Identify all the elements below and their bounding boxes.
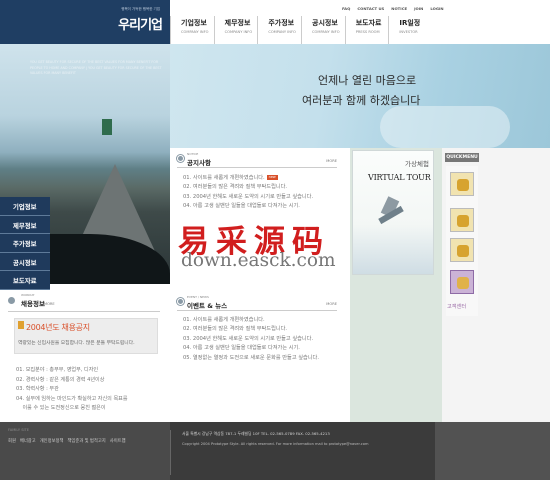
- events-eyebrow: EVENT / NEWS: [187, 295, 209, 299]
- family-site-label: FAMILY SITE: [8, 428, 30, 432]
- footer-link[interactable]: 배너광고: [20, 438, 36, 444]
- main-nav: 기업정보 COMPANY INFO 제무정보 COMPANY INFO 주가정보…: [170, 16, 432, 44]
- recruit-item: 02. 경력사항 : 같은 계통의 경력 4년이상: [16, 376, 105, 383]
- nav-item-press[interactable]: 보도자료 PRESS ROOM: [344, 16, 389, 44]
- recruit-callout-desc: 역량있는 신입사원을 모집합니다. 많은 분들 부탁드립니다.: [18, 341, 135, 346]
- notice-item-text: 01. 사이트를 새롭게 개편하였습니다.: [183, 175, 265, 181]
- footer-link[interactable]: 개인정보정책: [40, 438, 64, 444]
- icon-glyph: [457, 215, 469, 227]
- notice-eyebrow: NOTICE: [187, 152, 199, 156]
- nav-item-company[interactable]: 기업정보 COMPANY INFO: [170, 16, 214, 44]
- nav-label: 기업정보: [181, 19, 207, 27]
- util-link-contact[interactable]: CONTACT US: [357, 6, 384, 11]
- notice-more-link[interactable]: MORE: [326, 159, 337, 163]
- nav-sublabel: PRESS ROOM: [355, 30, 380, 34]
- events-item[interactable]: 04. 아름 고생 실밴단 일들을 대업들로 다져가는 시기.: [183, 344, 341, 353]
- util-link-join[interactable]: JOIN: [414, 6, 423, 11]
- photo-tagline: YOU GET BEAUTY FOR SECURE OF THE BEST VA…: [30, 60, 162, 75]
- nav-sublabel: COMPANY INFO: [312, 30, 340, 34]
- nav-item-finance[interactable]: 제무정보 COMPANY INFO: [213, 16, 258, 44]
- notice-item[interactable]: 04. 아름 고생 실밴단 일들을 대업들로 다져가는 시기.: [183, 202, 341, 211]
- recruit-marker-icon: [18, 321, 24, 329]
- recruit-eyebrow: WORKUP: [21, 293, 35, 297]
- notice-item[interactable]: 02. 여러분들의 많은 격려와 질책 부탁드립니다.: [183, 183, 341, 192]
- nav-label: 보도자료: [355, 19, 382, 27]
- footer-link[interactable]: 사이트맵: [110, 438, 126, 444]
- hero-cloud: [380, 106, 510, 148]
- events-list: 01. 사이트를 새롭게 개편하였습니다. 02. 여러분들의 많은 격려와 질…: [183, 316, 341, 363]
- notice-title: 공지사항: [187, 159, 211, 167]
- util-link-login[interactable]: LOGIN: [430, 6, 443, 11]
- quickmenu-title: QUICKMENU: [445, 153, 479, 162]
- hero-headline-1: 언제나 열린 마음으로: [318, 74, 417, 87]
- logo-subtitle: 행복이 가득한 행복한 기업: [121, 7, 160, 11]
- recruit-item: 이룰 수 있는 도전정신으로 뭉친 젊은이: [16, 405, 106, 412]
- icon-glyph: [457, 179, 469, 191]
- footer-right-panel: [435, 422, 550, 480]
- submenu-item-finance[interactable]: 제무정보: [0, 215, 50, 235]
- submenu-item-stock[interactable]: 주가정보: [0, 234, 50, 253]
- nav-item-disclosure[interactable]: 공시정보 COMPANY INFO: [301, 16, 345, 44]
- photo-road-sign: [102, 119, 112, 135]
- virtual-tour-label: 가상체험: [405, 160, 429, 168]
- new-badge: new: [266, 175, 278, 180]
- hero-headline-2: 여러분과 함께 하겠습니다: [302, 94, 421, 107]
- notice-item[interactable]: 03. 2004년 한해도 새로운 도약의 시기로 만들고 싶습니다.: [183, 193, 341, 202]
- notice-header: NOTICE 공지사항 MORE: [177, 150, 337, 168]
- nav-label: IR일정: [399, 19, 421, 27]
- events-title: 이벤트 & 뉴스: [187, 302, 228, 310]
- recruit-title: 채용정보: [21, 300, 45, 308]
- notice-bullet-icon: [177, 155, 184, 162]
- nav-label: 제무정보: [224, 19, 251, 27]
- events-header: EVENT / NEWS 이벤트 & 뉴스 MORE: [177, 293, 337, 311]
- events-item[interactable]: 05. 열정없는 열정과 도전으로 새로운 문화를 만들고 싶습니다.: [183, 354, 341, 363]
- quickmenu-folder-icon[interactable]: [450, 238, 474, 262]
- footer-divider: [170, 430, 171, 475]
- submenu-item-press[interactable]: 보도자료: [0, 271, 50, 290]
- events-item[interactable]: 01. 사이트를 새롭게 개편하였습니다.: [183, 316, 341, 325]
- recruit-bullet-icon: [8, 297, 15, 304]
- side-submenu: 기업정보 제무정보 주가정보 공시정보 보도자료: [0, 197, 50, 290]
- quickmenu-book-icon[interactable]: [450, 270, 474, 294]
- divider: [8, 311, 160, 312]
- notice-item[interactable]: 01. 사이트를 새롭게 개편하였습니다. new: [183, 174, 341, 183]
- nav-item-stock[interactable]: 주가정보 COMPANY INFO: [257, 16, 301, 44]
- footer-address: 서울 특별시 강남구 역삼동 787-1 두레빌딩 10F TEL. 02-56…: [182, 431, 330, 436]
- footer-copyright: Copyright 2004 Prototype Style. All righ…: [182, 442, 369, 446]
- notice-list: 01. 사이트를 새롭게 개편하였습니다. new 02. 여러분들의 많은 격려…: [183, 174, 341, 212]
- events-item[interactable]: 02. 여러분들의 많은 격려와 질책 부탁드립니다.: [183, 325, 341, 334]
- events-bullet-icon: [177, 298, 184, 305]
- recruit-callout-title[interactable]: 2004년도 채용공지: [26, 322, 90, 333]
- recruit-list: 01. 모집분야 : 총무부, 영업부, 디자인 02. 경력사항 : 같은 계…: [16, 366, 166, 414]
- nav-sublabel: COMPANY INFO: [181, 30, 209, 34]
- footer-links: 회원 배너광고 개인정보정책 책임준과 및 법적고지 사이트맵: [8, 438, 126, 444]
- nav-item-ir[interactable]: IR일정 INVESTOR: [388, 16, 432, 44]
- util-link-faq[interactable]: FAQ: [342, 6, 350, 11]
- icon-glyph: [457, 277, 469, 289]
- logo[interactable]: 우리기업: [110, 14, 163, 33]
- quickmenu-coin-icon[interactable]: [450, 208, 474, 232]
- watermark-url: down.easck.com: [181, 250, 336, 271]
- recruit-item: 03. 학력사항 : 무관: [16, 386, 59, 393]
- nav-label: 공시정보: [312, 19, 338, 27]
- util-link-notice[interactable]: NOTICE: [391, 6, 407, 11]
- virtual-tour-title: VIRTUAL TOUR: [368, 173, 431, 182]
- recruit-item: 04. 실무에 임하는 마인드가 확실하고 자신의 목표를: [16, 395, 128, 402]
- recruit-more-link[interactable]: MORE: [44, 302, 55, 306]
- nav-label: 주가정보: [268, 19, 295, 27]
- icon-glyph: [457, 245, 469, 257]
- events-more-link[interactable]: MORE: [326, 302, 337, 306]
- footer-link[interactable]: 회원: [8, 438, 16, 444]
- quickmenu-phone-icon[interactable]: [450, 172, 474, 196]
- submenu-item-disclosure[interactable]: 공시정보: [0, 252, 50, 272]
- nav-sublabel: INVESTOR: [399, 30, 418, 34]
- footer-link[interactable]: 책임준과 및 법적고지: [67, 438, 105, 444]
- utility-links: FAQ CONTACT US NOTICE JOIN LOGIN: [342, 6, 444, 11]
- events-item[interactable]: 03. 2004년 한해도 새로운 도약의 시기로 만들고 싶습니다.: [183, 335, 341, 344]
- customer-center-label[interactable]: 고객센터: [447, 303, 466, 310]
- submenu-item-company[interactable]: 기업정보: [0, 197, 50, 216]
- nav-sublabel: COMPANY INFO: [224, 30, 253, 34]
- nav-sublabel: COMPANY INFO: [268, 30, 296, 34]
- recruit-item: 01. 모집분야 : 총무부, 영업부, 디자인: [16, 367, 99, 373]
